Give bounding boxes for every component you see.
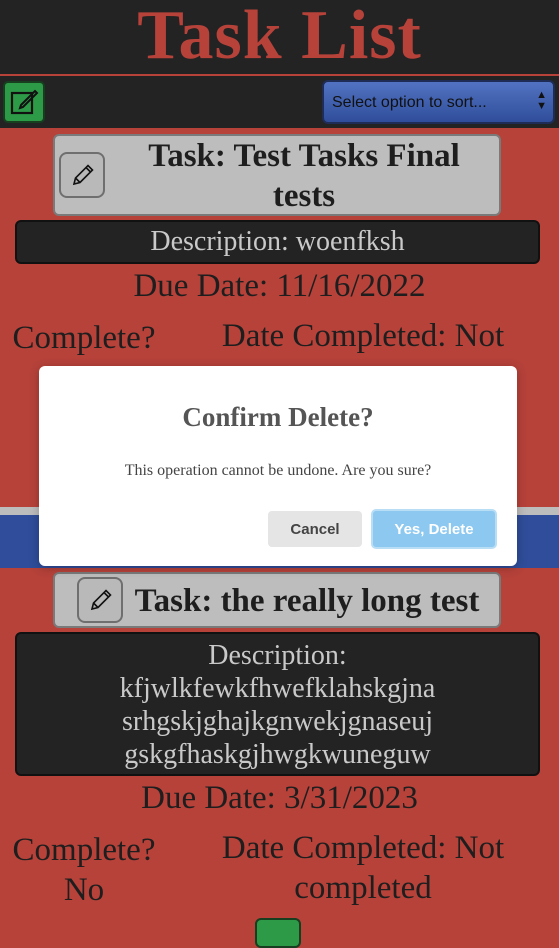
complete-value: No: [63, 872, 105, 908]
description-line: kfjwlkfewkfhwefklahskgjna: [119, 673, 436, 704]
app-title: Task List: [137, 0, 422, 74]
edit-square-icon: [10, 89, 39, 115]
description-line: Description:: [208, 640, 347, 671]
pencil-icon: [72, 164, 94, 186]
edit-task-button[interactable]: [59, 152, 105, 198]
description-line: srhgskjghajkgnwekjgnaseuj: [121, 706, 434, 737]
task-title: Task: Test Tasks Final tests: [109, 136, 499, 216]
task-title: Task: the really long test: [134, 583, 480, 619]
edit-task-button[interactable]: [77, 577, 123, 623]
task-date-completed: Date Completed: Not: [221, 318, 505, 354]
task-title-line: tests: [272, 178, 336, 214]
complete-question: Complete?: [12, 832, 156, 868]
task-title-line: Task: Test Tasks Final: [148, 138, 460, 174]
task-date-completed: Date Completed: Not completed: [210, 828, 516, 908]
task-due-date: Due Date: 11/16/2022: [133, 268, 426, 304]
task-due-date: Due Date: 3/31/2023: [141, 780, 418, 816]
complete-task-button[interactable]: [255, 918, 301, 948]
task-description: Description: woenfksh: [15, 220, 540, 264]
task-title-box: Task: Test Tasks Final tests: [53, 134, 501, 216]
pencil-icon: [90, 589, 112, 611]
toolbar: Select option to sort... ▲ ▼: [0, 76, 559, 128]
add-task-button[interactable]: [3, 81, 45, 123]
dialog-title: Confirm Delete?: [182, 402, 374, 432]
task-description: Description: kfjwlkfewkfhwefklahskgjna s…: [15, 632, 540, 776]
task-title-box: Task: the really long test: [53, 572, 501, 628]
confirm-delete-dialog: Confirm Delete? This operation cannot be…: [39, 366, 517, 566]
dialog-message: This operation cannot be undone. Are you…: [124, 462, 432, 479]
sort-select[interactable]: Select option to sort... ▲ ▼: [322, 80, 555, 124]
confirm-delete-button[interactable]: Yes, Delete: [371, 509, 497, 549]
description-line: gskgfhaskgjhwgkwuneguw: [124, 739, 431, 770]
app-header: Task List: [0, 0, 559, 76]
task-complete-label: Complete? No: [0, 830, 168, 910]
cancel-button[interactable]: Cancel: [268, 511, 362, 547]
task-complete-label: Complete?: [12, 320, 156, 356]
select-arrows-icon: ▲ ▼: [536, 89, 547, 112]
date-completed-line: completed: [294, 870, 432, 906]
sort-select-value: Select option to sort...: [332, 94, 487, 111]
date-completed-line: Date Completed: Not: [221, 830, 505, 866]
